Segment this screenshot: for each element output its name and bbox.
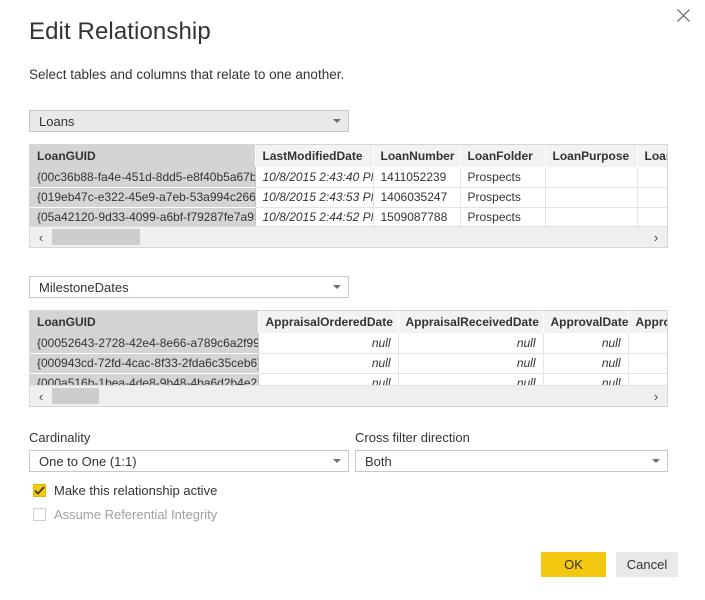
column-header[interactable]: AppraisalReceivedDate: [398, 311, 544, 333]
cross-filter-direction-select[interactable]: Both: [355, 450, 668, 472]
table-select-first[interactable]: Loans: [29, 110, 349, 132]
column-header[interactable]: LoanPr: [637, 145, 667, 167]
table-select-first-value: Loans: [39, 113, 75, 129]
table-cell: 10/8/2015 2:44:52 PM: [255, 207, 374, 227]
table-cell: [628, 333, 667, 354]
cancel-button[interactable]: Cancel: [616, 552, 678, 577]
table-cell: Prospects: [460, 207, 546, 227]
table-cell: Prospects: [460, 167, 546, 188]
table-cell: [637, 207, 667, 227]
scroll-right-arrow-icon[interactable]: ›: [645, 386, 667, 406]
chevron-down-icon: [326, 459, 348, 463]
scrollbar-thumb-first[interactable]: [52, 229, 140, 245]
table-row: {05a42120-9d33-4099-a6bf-f79287fe7a93} 10…: [30, 207, 667, 227]
make-relationship-active-label: Make this relationship active: [54, 483, 218, 498]
horizontal-scrollbar-second[interactable]: ‹ ›: [30, 385, 667, 406]
preview-grid-first[interactable]: LoanGUID LastModifiedDate LoanNumber LoanFo…: [29, 144, 668, 248]
column-header[interactable]: ApprovalDate: [543, 311, 629, 333]
horizontal-scrollbar-first[interactable]: ‹ ›: [30, 226, 667, 247]
scrollbar-track-first[interactable]: [52, 227, 645, 247]
column-header[interactable]: AppraisalOrderedDate: [258, 311, 399, 333]
table-cell: 1406035247: [373, 187, 461, 208]
table-cell: {05a42120-9d33-4099-a6bf-f79287fe7a93}: [30, 207, 256, 227]
cardinality-select[interactable]: One to One (1:1): [29, 450, 349, 472]
scroll-right-arrow-icon[interactable]: ›: [645, 227, 667, 247]
assume-referential-integrity-label: Assume Referential Integrity: [54, 507, 218, 522]
make-relationship-active-checkbox[interactable]: Make this relationship active: [33, 483, 217, 498]
table-cell: 10/8/2015 2:43:53 PM: [255, 187, 374, 208]
table-cell: null: [258, 333, 399, 354]
table-cell: Prospects: [460, 187, 546, 208]
table-cell: 1509087788: [373, 207, 461, 227]
dialog-subtitle: Select tables and columns that relate to…: [29, 67, 345, 82]
preview-grid-first-viewport: LoanGUID LastModifiedDate LoanNumber LoanFo…: [30, 145, 667, 227]
table-cell: null: [543, 353, 629, 374]
empty-checkbox-icon: [33, 508, 46, 521]
table-cell: [545, 207, 638, 227]
column-header[interactable]: Approv: [628, 311, 667, 333]
chevron-down-icon: [326, 285, 348, 289]
table-row: {000943cd-72fd-4cac-8f33-2fda6c35ceb6} nu…: [30, 353, 667, 374]
close-icon: [676, 8, 690, 22]
table-cell: {00052643-2728-42e4-8e66-a789c6a2f99a}: [30, 333, 259, 354]
column-header[interactable]: LastModifiedDate: [255, 145, 374, 167]
table-select-second[interactable]: MilestoneDates: [29, 276, 349, 298]
table-cell: null: [398, 333, 544, 354]
column-header[interactable]: LoanNumber: [373, 145, 461, 167]
table-cell: [637, 187, 667, 208]
table-cell: [545, 167, 638, 188]
table-cell: 1411052239: [373, 167, 461, 188]
cross-filter-direction-label: Cross filter direction: [355, 430, 470, 445]
table-row: {00052643-2728-42e4-8e66-a789c6a2f99a} nu…: [30, 333, 667, 354]
table-cell: {000943cd-72fd-4cac-8f33-2fda6c35ceb6}: [30, 353, 259, 374]
column-header[interactable]: LoanPurpose: [545, 145, 638, 167]
scrollbar-track-second[interactable]: [52, 386, 645, 406]
page-title: Edit Relationship: [29, 18, 211, 45]
table-cell: null: [398, 353, 544, 374]
assume-referential-integrity-checkbox: Assume Referential Integrity: [33, 507, 217, 522]
preview-grid-second[interactable]: LoanGUID AppraisalOrderedDate AppraisalRec…: [29, 310, 668, 407]
table-cell: null: [258, 353, 399, 374]
column-header[interactable]: LoanFolder: [460, 145, 546, 167]
scroll-left-arrow-icon[interactable]: ‹: [30, 386, 52, 406]
scroll-left-arrow-icon[interactable]: ‹: [30, 227, 52, 247]
column-header[interactable]: LoanGUID: [30, 311, 259, 333]
table-row: {00c36b88-fa4e-451d-8dd5-e8f40b5a67bb} 10…: [30, 167, 667, 188]
cross-filter-direction-value: Both: [365, 453, 392, 469]
table-cell: [628, 353, 667, 374]
table-cell: [637, 167, 667, 188]
table-second: LoanGUID AppraisalOrderedDate AppraisalRec…: [30, 311, 667, 386]
table-cell: [545, 187, 638, 208]
table-cell: 10/8/2015 2:43:40 PM: [255, 167, 374, 188]
column-header[interactable]: LoanGUID: [30, 145, 256, 167]
table-select-second-value: MilestoneDates: [39, 279, 129, 295]
scrollbar-thumb-second[interactable]: [52, 388, 99, 404]
table-header-row: LoanGUID AppraisalOrderedDate AppraisalRec…: [30, 311, 667, 333]
cardinality-label: Cardinality: [29, 430, 91, 445]
checkmark-icon: [33, 484, 46, 497]
ok-button[interactable]: OK: [541, 552, 606, 577]
close-button[interactable]: [661, 0, 705, 30]
chevron-down-icon: [326, 119, 348, 123]
table-cell: null: [543, 333, 629, 354]
table-first: LoanGUID LastModifiedDate LoanNumber LoanFo…: [30, 145, 667, 227]
table-cell: {00c36b88-fa4e-451d-8dd5-e8f40b5a67bb}: [30, 167, 256, 188]
cardinality-value: One to One (1:1): [39, 453, 137, 469]
preview-grid-second-viewport: LoanGUID AppraisalOrderedDate AppraisalRec…: [30, 311, 667, 386]
chevron-down-icon: [645, 459, 667, 463]
table-cell: {019eb47c-e322-45e9-a7eb-53a994c266f6}: [30, 187, 256, 208]
table-row: {019eb47c-e322-45e9-a7eb-53a994c266f6} 10…: [30, 187, 667, 208]
table-header-row: LoanGUID LastModifiedDate LoanNumber LoanFo…: [30, 145, 667, 167]
